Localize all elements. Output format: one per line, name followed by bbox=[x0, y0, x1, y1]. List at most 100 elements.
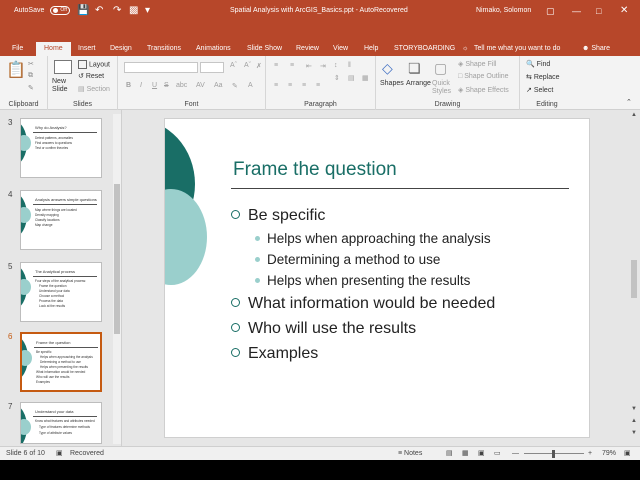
minimize-icon[interactable]: — bbox=[572, 0, 581, 22]
tab-insert[interactable]: Insert bbox=[78, 42, 96, 56]
find-button[interactable]: 🔍 Find bbox=[526, 60, 550, 68]
strikethrough-button[interactable]: S bbox=[164, 82, 169, 89]
section-button[interactable]: ▤ Section bbox=[78, 85, 110, 93]
bullets-icon[interactable]: ≡ bbox=[274, 62, 278, 69]
thumbnail-scrollbar[interactable] bbox=[113, 114, 121, 444]
reset-button[interactable]: ↺ Reset bbox=[78, 72, 104, 80]
numbering-icon[interactable]: ≡ bbox=[290, 62, 294, 69]
text-direction-icon[interactable]: ⇕ bbox=[334, 74, 340, 82]
bullet-level1[interactable]: What information would be needed bbox=[231, 295, 495, 313]
clear-format-icon[interactable]: ✗ bbox=[256, 62, 262, 70]
spellcheck-icon[interactable]: ▣ bbox=[56, 447, 63, 461]
new-slide-icon[interactable] bbox=[54, 60, 72, 74]
collapse-ribbon-icon[interactable]: ⌃ bbox=[626, 98, 632, 106]
previous-slide-icon[interactable]: ▲ bbox=[631, 418, 637, 424]
zoom-slider-thumb[interactable] bbox=[552, 450, 555, 458]
change-case-icon[interactable]: Aa bbox=[214, 82, 223, 89]
highlight-icon[interactable]: ✎ bbox=[232, 82, 238, 90]
grow-font-icon[interactable]: Aˆ bbox=[230, 62, 237, 69]
bullet-level2[interactable]: Helps when presenting the results bbox=[255, 273, 470, 288]
bullet-level1[interactable]: Be specific bbox=[231, 207, 325, 225]
normal-view-icon[interactable]: ▤ bbox=[446, 447, 453, 461]
share-button[interactable]: ☻ Share bbox=[582, 42, 610, 56]
undo-icon[interactable]: ↶ bbox=[92, 0, 106, 22]
font-name-combo[interactable] bbox=[124, 62, 198, 73]
char-spacing-icon[interactable]: AV bbox=[196, 82, 205, 89]
decrease-indent-icon[interactable]: ⇤ bbox=[306, 62, 312, 70]
shape-outline-button[interactable]: □ Shape Outline bbox=[458, 73, 509, 80]
arrange-icon[interactable]: ❏ bbox=[408, 60, 421, 77]
tab-file[interactable]: File bbox=[12, 42, 23, 56]
next-slide-icon[interactable]: ▼ bbox=[631, 430, 637, 436]
zoom-level[interactable]: 79% bbox=[602, 447, 616, 461]
paste-icon[interactable]: 📋 bbox=[6, 60, 26, 80]
redo-icon[interactable]: ↷ bbox=[110, 0, 124, 22]
present-icon[interactable]: ▩ bbox=[126, 0, 141, 22]
save-icon[interactable]: 💾 bbox=[74, 0, 92, 22]
tab-view[interactable]: View bbox=[333, 42, 348, 56]
user-name[interactable]: Nimako, Solomon bbox=[476, 0, 531, 22]
maximize-icon[interactable]: □ bbox=[596, 0, 601, 22]
quick-styles-button[interactable]: Quick Styles bbox=[432, 80, 454, 96]
tell-me-input[interactable]: Tell me what you want to do bbox=[474, 42, 560, 56]
bullet-level1[interactable]: Examples bbox=[231, 345, 318, 363]
underline-button[interactable]: U bbox=[152, 82, 157, 89]
font-color-icon[interactable]: A bbox=[248, 82, 253, 89]
format-painter-icon[interactable]: ✎ bbox=[28, 84, 34, 92]
bullet-level1[interactable]: Who will use the results bbox=[231, 320, 416, 338]
layout-button[interactable]: Layout bbox=[78, 60, 110, 69]
zoom-in-icon[interactable]: + bbox=[588, 447, 592, 461]
tab-transitions[interactable]: Transitions bbox=[147, 42, 181, 56]
italic-button[interactable]: I bbox=[140, 82, 142, 89]
shapes-icon[interactable]: ◇ bbox=[382, 60, 400, 76]
bold-button[interactable]: B bbox=[126, 82, 131, 89]
fit-slide-icon[interactable]: ▣ bbox=[624, 447, 631, 461]
ribbon-display-icon[interactable]: ▢ bbox=[546, 0, 555, 22]
tab-design[interactable]: Design bbox=[110, 42, 132, 56]
tab-storyboarding[interactable]: STORYBOARDING bbox=[394, 42, 455, 56]
tab-home[interactable]: Home bbox=[36, 42, 71, 56]
quick-styles-icon[interactable]: ▢ bbox=[434, 60, 447, 77]
font-size-combo[interactable] bbox=[200, 62, 224, 73]
thumbnail-scroll-thumb[interactable] bbox=[114, 184, 120, 334]
shape-fill-button[interactable]: ◈ Shape Fill bbox=[458, 60, 496, 68]
slide-canvas[interactable]: Frame the question Be specific Helps whe… bbox=[164, 118, 590, 438]
bullet-level2[interactable]: Determining a method to use bbox=[255, 252, 440, 267]
replace-button[interactable]: ⇆ Replace bbox=[526, 73, 560, 81]
shapes-button[interactable]: Shapes bbox=[380, 80, 404, 87]
shadow-button[interactable]: abc bbox=[176, 82, 187, 89]
slideshow-icon[interactable]: ▭ bbox=[494, 447, 501, 461]
arrange-button[interactable]: Arrange bbox=[406, 80, 431, 87]
scroll-up-icon[interactable]: ▲ bbox=[631, 112, 637, 118]
autosave-toggle[interactable]: Off bbox=[50, 0, 70, 22]
editor-scrollbar[interactable]: ▲ ▼ ▲ ▼ bbox=[628, 110, 640, 446]
slide-title[interactable]: Frame the question bbox=[233, 159, 397, 181]
tab-animations[interactable]: Animations bbox=[196, 42, 231, 56]
zoom-out-icon[interactable]: — bbox=[512, 447, 519, 461]
align-left-icon[interactable]: ≡ bbox=[274, 82, 278, 89]
select-button[interactable]: ↗ Select bbox=[526, 86, 553, 94]
align-right-icon[interactable]: ≡ bbox=[302, 82, 306, 89]
line-spacing-icon[interactable]: ↕ bbox=[334, 62, 338, 69]
justify-icon[interactable]: ≡ bbox=[316, 82, 320, 89]
slide-sorter-icon[interactable]: ▦ bbox=[462, 447, 469, 461]
cut-icon[interactable]: ✂ bbox=[28, 60, 34, 68]
bullet-level2[interactable]: Helps when approaching the analysis bbox=[255, 231, 491, 246]
align-center-icon[interactable]: ≡ bbox=[288, 82, 292, 89]
customize-qat-icon[interactable]: ▾ bbox=[142, 0, 153, 22]
close-icon[interactable]: ✕ bbox=[620, 0, 628, 22]
tab-slide-show[interactable]: Slide Show bbox=[247, 42, 282, 56]
new-slide-button[interactable]: New Slide bbox=[52, 78, 74, 94]
increase-indent-icon[interactable]: ⇥ bbox=[320, 62, 326, 70]
reading-view-icon[interactable]: ▣ bbox=[478, 447, 485, 461]
copy-icon[interactable]: ⧉ bbox=[28, 72, 33, 80]
scroll-down-icon[interactable]: ▼ bbox=[631, 406, 637, 412]
notes-button[interactable]: ≡ Notes bbox=[398, 447, 422, 461]
shrink-font-icon[interactable]: Aˇ bbox=[244, 62, 251, 69]
align-text-icon[interactable]: ▤ bbox=[348, 74, 355, 82]
tab-review[interactable]: Review bbox=[296, 42, 319, 56]
shape-effects-button[interactable]: ◈ Shape Effects bbox=[458, 86, 509, 94]
smartart-icon[interactable]: ▦ bbox=[362, 74, 369, 82]
editor-scroll-thumb[interactable] bbox=[631, 260, 637, 298]
tab-help[interactable]: Help bbox=[364, 42, 378, 56]
